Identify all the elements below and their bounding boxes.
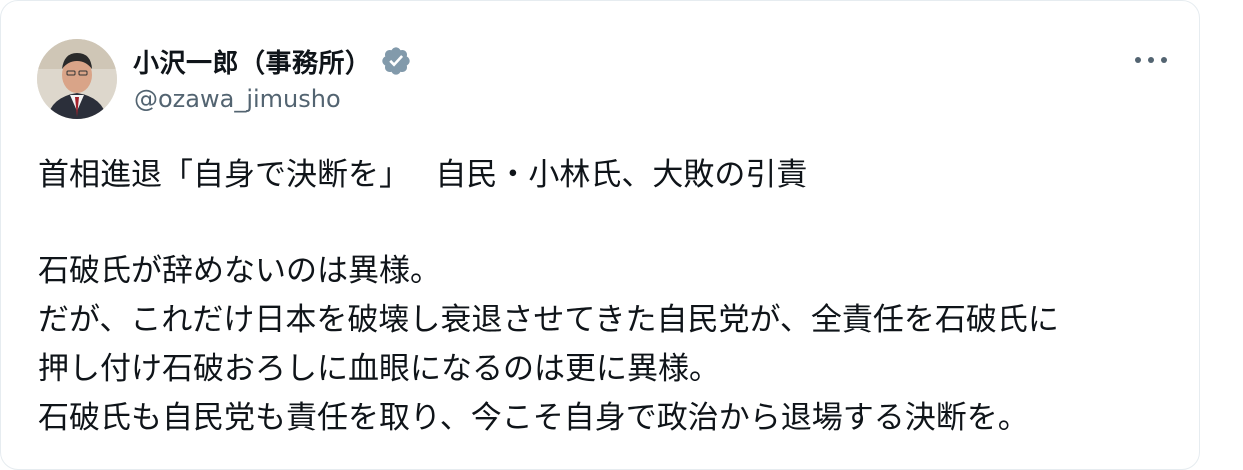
more-horizontal-icon <box>1135 57 1167 63</box>
tweet-line: 石破氏が辞めないのは異様。 <box>38 253 441 289</box>
tweet-headline: 首相進退「自身で決断を」 自民・小林氏、大敗の引責 <box>38 157 808 193</box>
tweet-line: 押し付け石破おろしに血眼になるのは更に異様。 <box>38 351 720 387</box>
avatar[interactable] <box>37 39 117 119</box>
verified-badge-icon <box>380 45 412 77</box>
author-display-name[interactable]: 小沢一郎（事務所） <box>133 43 372 80</box>
author-name-row[interactable]: 小沢一郎（事務所） <box>133 39 412 83</box>
tweet-line: だが、これだけ日本を破壊し衰退させてきた自民党が、全責任を石破氏に <box>38 302 1059 338</box>
tweet-card: 小沢一郎（事務所） @ozawa_jimusho 首相進退「自身で決断を」 自民… <box>0 0 1200 470</box>
more-options-button[interactable] <box>1129 45 1173 75</box>
author-handle[interactable]: @ozawa_jimusho <box>134 85 341 113</box>
profile-photo <box>37 39 117 119</box>
tweet-line: 石破氏も自民党も責任を取り、今こそ自身で政治から退場する決断を。 <box>38 400 1029 436</box>
tweet-text: 首相進退「自身で決断を」 自民・小林氏、大敗の引責 石破氏が辞めないのは異様。 … <box>38 151 1188 443</box>
